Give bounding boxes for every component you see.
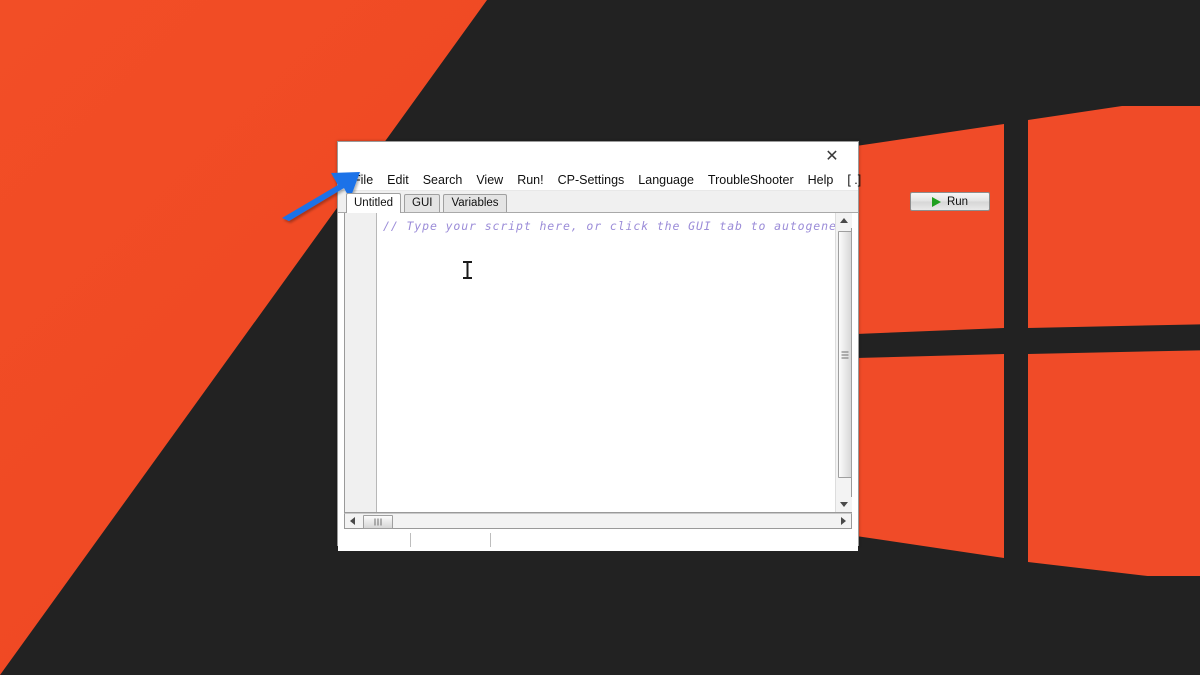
text-ibeam-cursor	[462, 260, 473, 280]
triangle-up-icon	[840, 218, 848, 223]
scroll-up-button[interactable]	[836, 213, 852, 228]
horizontal-scrollbar-thumb[interactable]	[363, 515, 393, 529]
menu-item-dot[interactable]: [ .]	[847, 170, 861, 190]
menu-item-search[interactable]: Search	[423, 170, 463, 190]
menu-item-edit[interactable]: Edit	[387, 170, 409, 190]
menu-item-run[interactable]: Run!	[517, 170, 543, 190]
editor-text-area[interactable]: // Type your script here, or click the G…	[377, 213, 851, 512]
scroll-left-button[interactable]	[345, 514, 360, 528]
tab-variables[interactable]: Variables	[443, 194, 507, 212]
editor-area[interactable]: // Type your script here, or click the G…	[344, 213, 852, 513]
status-cell-3	[491, 533, 858, 547]
tabstrip: Untitled GUI Variables Run	[338, 191, 990, 213]
menu-item-view[interactable]: View	[476, 170, 503, 190]
triangle-down-icon	[840, 502, 848, 507]
window-titlebar[interactable]: ✕	[338, 142, 858, 170]
scroll-down-button[interactable]	[836, 497, 852, 512]
grip-lines-icon	[374, 518, 382, 526]
script-editor-window[interactable]: ✕ File Edit Search View Run! CP-Settings…	[337, 141, 990, 551]
menu-item-file[interactable]: File	[353, 170, 373, 190]
editor-gutter	[345, 213, 377, 512]
tab-gui[interactable]: GUI	[404, 194, 441, 212]
editor-vertical-scrollbar[interactable]	[835, 213, 852, 512]
status-cell-2	[411, 533, 490, 547]
status-cell-1	[338, 533, 410, 547]
menu-item-cp-settings[interactable]: CP-Settings	[558, 170, 625, 190]
editor-placeholder-comment: // Type your script here, or click the G…	[383, 219, 851, 233]
scroll-right-button[interactable]	[836, 514, 851, 528]
vertical-scrollbar-thumb[interactable]	[838, 231, 852, 478]
desktop: ✕ File Edit Search View Run! CP-Settings…	[0, 0, 1200, 675]
statusbar	[338, 529, 858, 551]
triangle-left-icon	[350, 517, 355, 525]
menubar: File Edit Search View Run! CP-Settings L…	[338, 170, 861, 191]
grip-lines-icon	[841, 351, 849, 358]
windows-logo-icon	[856, 106, 1200, 576]
menu-item-help[interactable]: Help	[808, 170, 834, 190]
tab-untitled[interactable]: Untitled	[346, 193, 401, 213]
menu-item-language[interactable]: Language	[638, 170, 694, 190]
run-button[interactable]: Run	[910, 192, 990, 211]
run-button-label: Run	[946, 195, 969, 208]
triangle-right-icon	[841, 517, 846, 525]
menu-item-troubleshooter[interactable]: TroubleShooter	[708, 170, 794, 190]
play-triangle-icon	[931, 196, 941, 207]
editor-horizontal-scrollbar[interactable]	[344, 513, 852, 529]
close-icon[interactable]: ✕	[822, 147, 842, 167]
